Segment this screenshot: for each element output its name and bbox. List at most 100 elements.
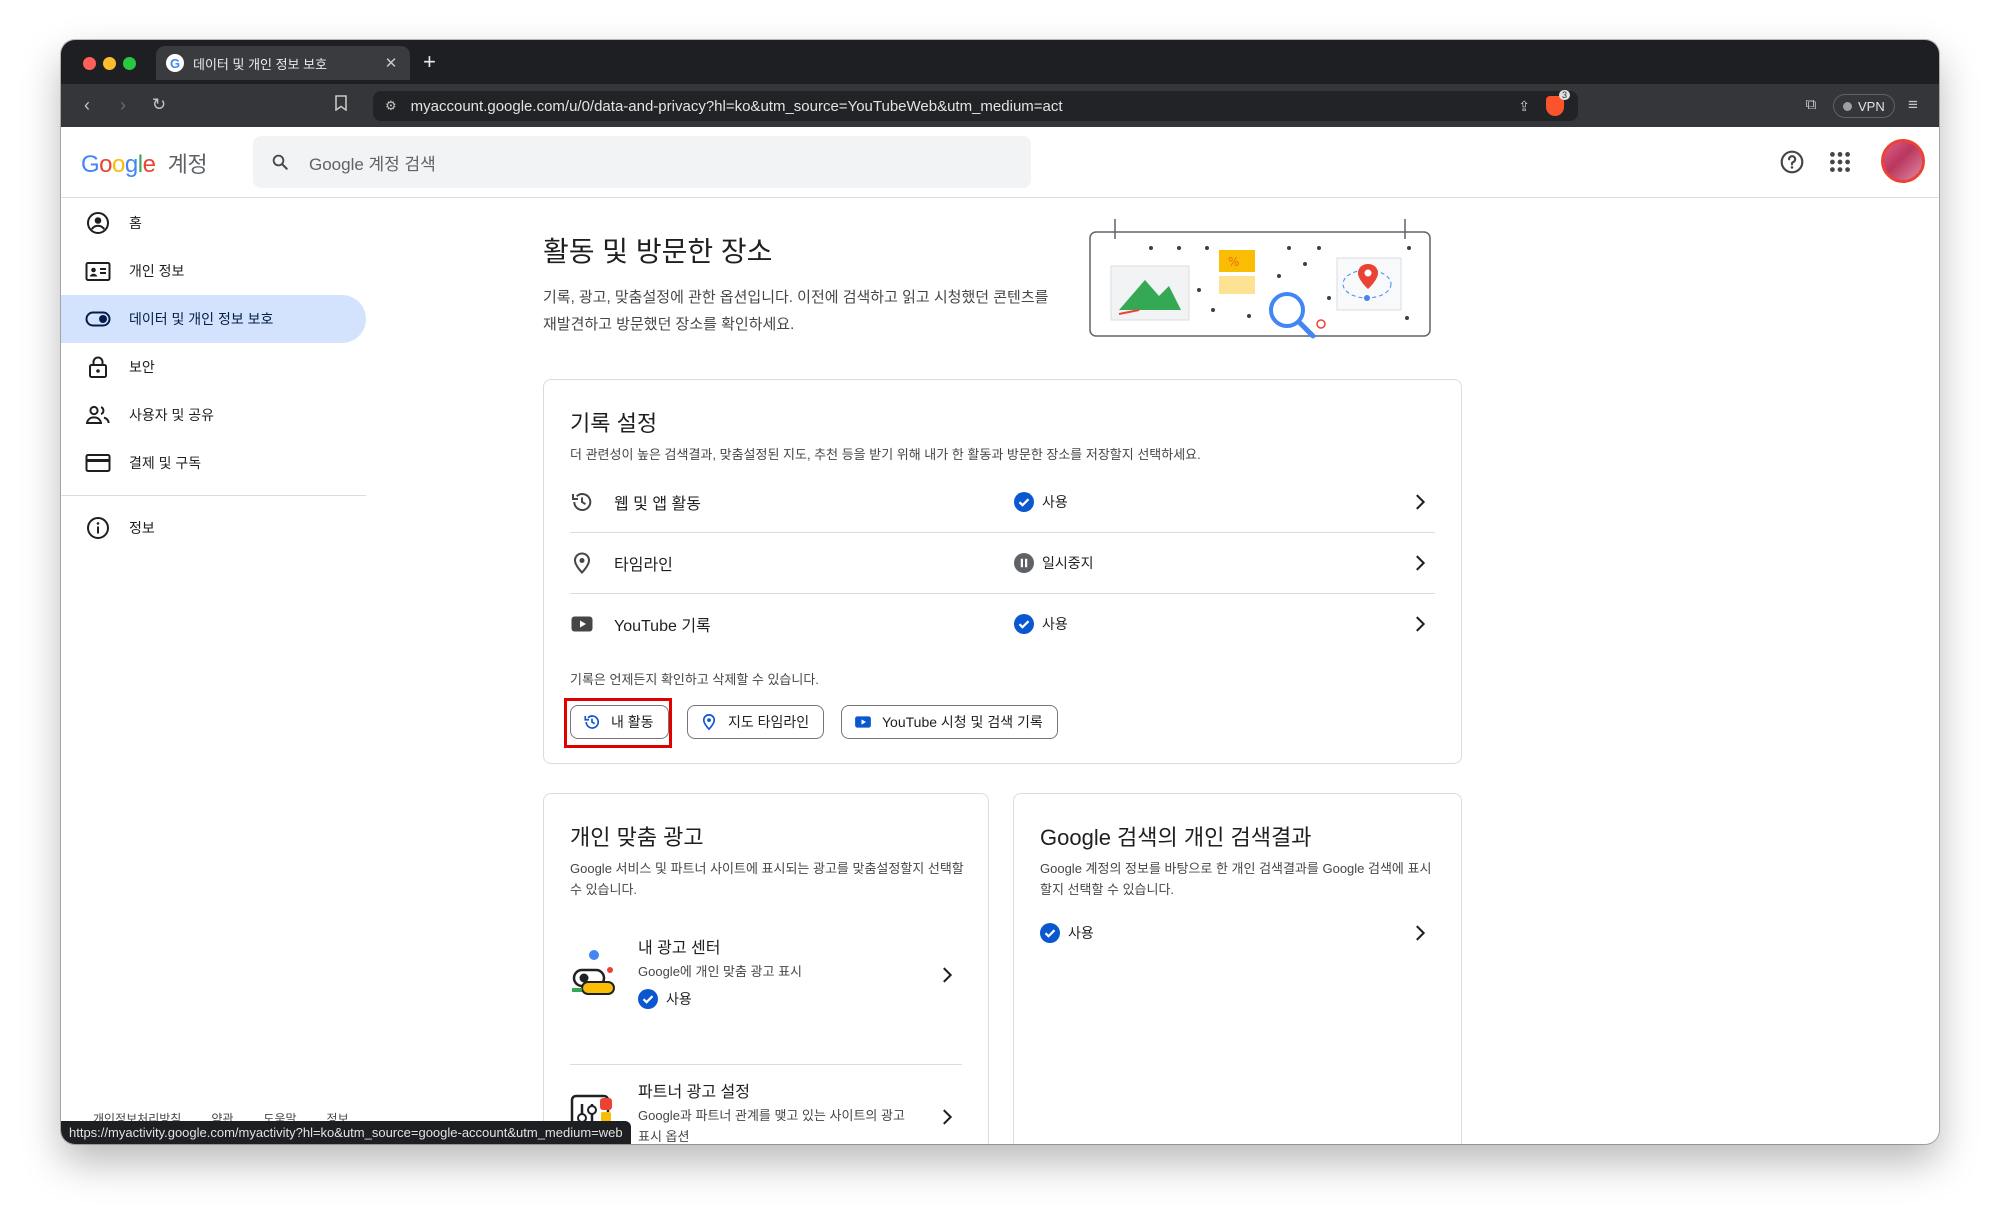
my-activity-button[interactable]: 내 활동 xyxy=(570,705,669,739)
web-app-activity-row[interactable]: 웹 및 앱 활동 사용 xyxy=(544,471,1461,532)
chip-label: 지도 타임라인 xyxy=(728,714,810,730)
tab-title: 데이터 및 개인 정보 보호 xyxy=(193,56,328,72)
sidebar-item-personal-info[interactable]: 개인 정보 xyxy=(61,247,366,295)
check-circle-icon xyxy=(1014,613,1034,634)
status-badge: 사용 xyxy=(1014,613,1068,634)
status-badge: 일시중지 xyxy=(1014,552,1094,573)
info-icon xyxy=(85,515,111,541)
sidebar-item-about[interactable]: 정보 xyxy=(61,504,366,552)
bookmark-icon[interactable] xyxy=(329,93,353,117)
youtube-icon xyxy=(571,616,593,631)
page-title: 활동 및 방문한 장소 xyxy=(543,236,773,267)
my-ad-center-row[interactable]: 내 광고 센터 Google에 개인 맞춤 광고 표시 사용 xyxy=(544,922,988,1032)
minimize-window-button[interactable] xyxy=(103,57,116,70)
maps-timeline-button[interactable]: 지도 타임라인 xyxy=(687,705,825,739)
ad-item-subtitle: Google과 파트너 관계를 맺고 있는 사이트의 광고 표시 옵션 xyxy=(638,1108,905,1144)
account-search-input[interactable]: Google 계정 검색 xyxy=(253,136,1031,188)
extensions-icon[interactable]: ⧉ xyxy=(1799,93,1823,117)
sidebar-nav: 홈 개인 정보 데이터 및 개인 정보 보호 보안 사용자 및 공유 결제 및 … xyxy=(61,199,366,552)
toggle-icon xyxy=(85,306,111,332)
reload-icon[interactable]: ↻ xyxy=(147,93,171,117)
chip-label: YouTube 시청 및 검색 기록 xyxy=(882,714,1043,730)
ad-item-title: 파트너 광고 설정 xyxy=(638,1084,750,1101)
status-badge: 사용 xyxy=(1014,491,1068,512)
sidebar-item-label: 사용자 및 공유 xyxy=(129,407,215,423)
help-icon[interactable] xyxy=(1779,149,1805,175)
sidebar-item-payments[interactable]: 결제 및 구독 xyxy=(61,439,366,487)
chevron-right-icon xyxy=(943,1109,953,1125)
link-status-bar: https://myactivity.google.com/myactivity… xyxy=(61,1121,631,1144)
sidebar-item-label: 데이터 및 개인 정보 보호 xyxy=(129,311,274,327)
pause-circle-icon xyxy=(1014,552,1034,573)
history-settings-card: 기록 설정 더 관련성이 높은 검색결과, 맞춤설정된 지도, 추천 등을 받기… xyxy=(543,379,1462,764)
activity-illustration: % xyxy=(1089,219,1431,339)
check-circle-icon xyxy=(638,989,658,1009)
youtube-history-row[interactable]: YouTube 기록 사용 xyxy=(544,593,1461,654)
history-icon xyxy=(572,492,592,511)
google-favicon-icon: G xyxy=(166,54,184,72)
status-badge: 사용 xyxy=(1040,922,1094,943)
personal-results-row[interactable]: 사용 xyxy=(1014,902,1461,963)
youtube-watch-history-button[interactable]: YouTube 시청 및 검색 기록 xyxy=(841,705,1058,739)
sidebar-item-label: 보안 xyxy=(129,359,155,375)
sidebar-item-home[interactable]: 홈 xyxy=(61,199,366,247)
ads-card-description: Google 서비스 및 파트너 사이트에 표시되는 광고를 맞춤설정할지 선택… xyxy=(570,861,964,897)
row-label: 타임라인 xyxy=(614,556,673,574)
chevron-right-icon xyxy=(1416,554,1426,571)
new-tab-button[interactable]: + xyxy=(423,50,436,74)
status-text: 사용 xyxy=(1042,615,1068,632)
browser-window: G 데이터 및 개인 정보 보호 ✕ + ‹ › ↻ ⚙ myaccount.g… xyxy=(61,40,1939,1144)
chevron-right-icon xyxy=(1416,493,1426,510)
url-text[interactable]: myaccount.google.com/u/0/data-and-privac… xyxy=(411,98,1519,115)
search-card-description: Google 계정의 정보를 바탕으로 한 개인 검색결과를 Google 검색… xyxy=(1040,861,1432,897)
sidebar-divider xyxy=(61,495,366,496)
history-card-description: 더 관련성이 높은 검색결과, 맞춤설정된 지도, 추천 등을 받기 위해 내가… xyxy=(570,447,1201,462)
forward-icon[interactable]: › xyxy=(111,93,135,117)
vpn-button[interactable]: VPN xyxy=(1833,94,1895,118)
youtube-icon xyxy=(855,716,871,728)
page-description: 기록, 광고, 맞춤설정에 관한 옵션입니다. 이전에 검색하고 읽고 시청했던… xyxy=(543,289,1049,333)
id-card-icon xyxy=(85,258,111,284)
browser-tab[interactable]: G 데이터 및 개인 정보 보호 ✕ xyxy=(156,46,410,80)
site-settings-icon[interactable]: ⚙ xyxy=(385,98,397,114)
status-text: 사용 xyxy=(1068,924,1094,941)
brave-shields-icon[interactable]: 3 xyxy=(1546,90,1570,116)
location-pin-icon xyxy=(573,551,591,574)
share-icon[interactable]: ⇪ xyxy=(1518,98,1530,115)
back-icon[interactable]: ‹ xyxy=(75,93,99,117)
ad-center-illustration-icon xyxy=(572,950,615,995)
row-label: 웹 및 앱 활동 xyxy=(614,495,701,513)
address-bar[interactable]: ⚙ myaccount.google.com/u/0/data-and-priv… xyxy=(373,90,1578,121)
row-label: YouTube 기록 xyxy=(614,617,711,635)
check-circle-icon xyxy=(1014,491,1034,512)
timeline-row[interactable]: 타임라인 일시중지 xyxy=(544,532,1461,593)
sidebar-item-data-privacy[interactable]: 데이터 및 개인 정보 보호 xyxy=(61,295,366,343)
google-account-logo[interactable]: Google 계정 xyxy=(81,147,208,179)
zoom-window-button[interactable] xyxy=(123,57,136,70)
sidebar-item-security[interactable]: 보안 xyxy=(61,343,366,391)
personalized-ads-card: 개인 맞춤 광고 Google 서비스 및 파트너 사이트에 표시되는 광고를 … xyxy=(543,793,989,1144)
vpn-label: VPN xyxy=(1858,98,1885,114)
search-personal-results-card: Google 검색의 개인 검색결과 Google 계정의 정보를 바탕으로 한… xyxy=(1013,793,1462,1144)
history-icon xyxy=(584,715,600,729)
chevron-right-icon xyxy=(1416,924,1426,941)
menu-icon[interactable]: ≡ xyxy=(1901,93,1925,117)
people-icon xyxy=(85,402,111,428)
sidebar-item-label: 홈 xyxy=(129,215,142,231)
apps-grid-icon[interactable] xyxy=(1827,149,1853,175)
avatar[interactable] xyxy=(1881,139,1925,183)
close-window-button[interactable] xyxy=(83,57,96,70)
tab-strip: G 데이터 및 개인 정보 보호 ✕ + xyxy=(61,40,1939,84)
sidebar-item-label: 개인 정보 xyxy=(129,263,185,279)
sidebar-item-label: 결제 및 구독 xyxy=(129,455,202,471)
google-account-header: Google 계정 Google 계정 검색 xyxy=(61,127,1939,198)
vpn-status-icon xyxy=(1843,101,1852,111)
sidebar-item-label: 정보 xyxy=(129,520,155,536)
status-text: 사용 xyxy=(666,991,692,1007)
credit-card-icon xyxy=(85,450,111,476)
sidebar-item-people-sharing[interactable]: 사용자 및 공유 xyxy=(61,391,366,439)
search-placeholder: Google 계정 검색 xyxy=(309,154,436,174)
svg-text:%: % xyxy=(1228,255,1239,269)
tab-close-icon[interactable]: ✕ xyxy=(382,54,400,72)
chevron-right-icon xyxy=(1416,615,1426,632)
